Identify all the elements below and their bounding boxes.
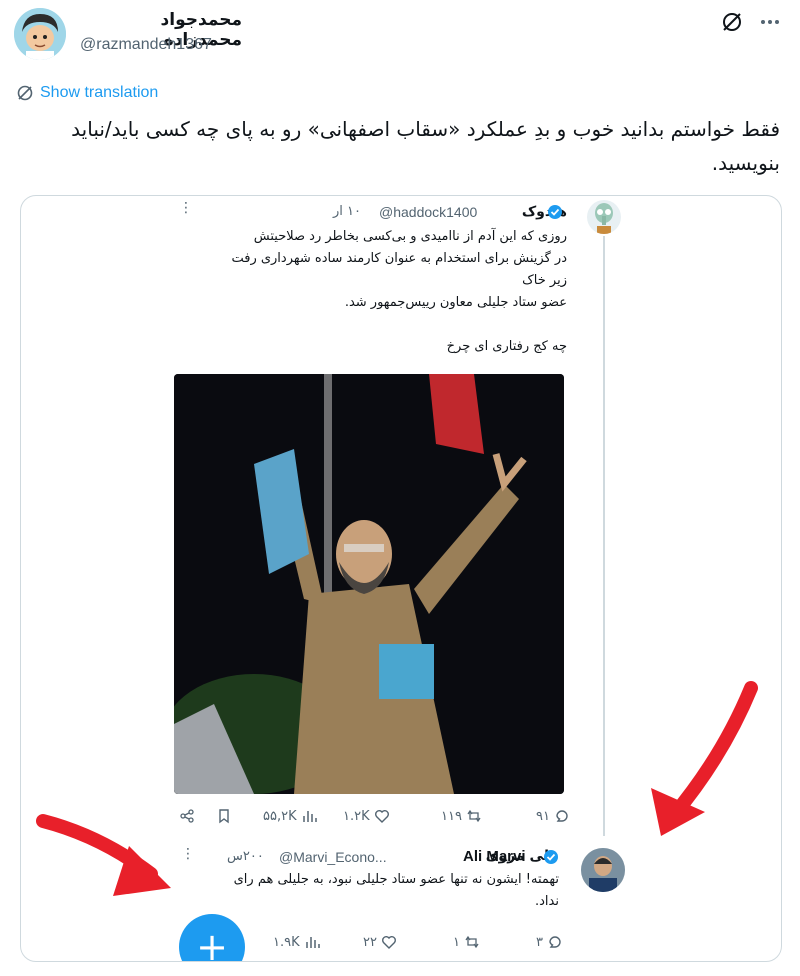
post1-line: عضو ستاد جلیلی معاون رییس‌جمهور شد. [344,295,567,310]
reply-icon [549,936,561,948]
verified-icon [544,850,558,864]
author-avatar[interactable] [14,8,66,60]
views-icon [305,937,320,948]
show-translation-label: Show translation [40,84,159,101]
post2-repost[interactable]: ۱ [453,934,480,950]
compose-plus-icon: + [196,925,228,962]
red-arrow-right [651,681,758,836]
heart-icon [374,810,389,823]
author-handle[interactable]: @razmandeh1367 [80,36,212,54]
grok-slash-icon[interactable] [718,8,746,36]
post2-views[interactable]: ۱.۹K [273,934,320,950]
post2-replies-count: ۳ [536,934,543,950]
compose-plus-button[interactable]: + [179,914,245,962]
post2-text: تهمته! ایشون نه تنها عضو ستاد جلیلی نبود… [179,869,559,913]
post2-likes-count: ۲۲ [363,934,377,950]
post1-photo[interactable] [174,374,564,794]
post1-line [147,314,567,336]
red-arrow-left [36,814,171,896]
post1-line: روزی که این آدم از ناامیدی و بی‌کسی بخاط… [253,229,567,244]
post2-like[interactable]: ۲۲ [363,934,397,950]
post2-line: نداد. [535,894,559,909]
verified-icon [548,205,562,219]
post1-handle[interactable]: @haddock1400 [379,204,477,220]
translate-icon [17,85,33,101]
post1-views[interactable]: ۵۵,۲K [263,808,317,824]
post1-likes-count: ۱.۲K [343,808,370,824]
show-translation-link[interactable]: Show translation [16,84,158,102]
embedded-screenshot: هادوک @haddock1400 ۱۰ ار ⋮ روزی که این آ… [20,195,782,962]
post1-line: در گزینش برای استخدام به عنوان کارمند سا… [231,251,567,266]
more-icon[interactable] [756,8,784,36]
thread-line [603,236,605,836]
reply-icon [556,810,568,822]
post1-more-icon[interactable]: ⋮ [179,200,193,216]
post2-reposts-count: ۱ [453,934,460,950]
post1-views-count: ۵۵,۲K [263,808,297,824]
post1-reply[interactable]: ۹۱ [536,808,570,824]
post1-line: چه کج رفتاری ای چرخ [446,339,567,354]
post1-repost[interactable]: ۱۱۹ [441,808,482,824]
heart-icon [381,936,396,949]
post2-avatar[interactable] [581,848,625,892]
post2-reply[interactable]: ۳ [536,934,563,950]
post1-avatar[interactable] [587,200,621,234]
post1-like[interactable]: ۱.۲K [343,808,390,824]
repost-icon [465,935,479,949]
post1-time: ۱۰ ار [333,204,361,219]
post2-views-count: ۱.۹K [273,934,300,950]
post2-name-latin[interactable]: Ali Marvi [463,848,526,865]
post1-line: زیر خاک [522,273,567,288]
post2-handle[interactable]: @Marvi_Econo... [279,849,387,865]
tweet-text: فقط خواستم بدانید خوب و بدِ عملکرد «سقاب… [71,117,780,175]
post1-reposts-count: ۱۱۹ [441,808,462,824]
views-icon [302,811,317,822]
repost-icon [467,809,481,823]
post1-replies-count: ۹۱ [536,808,550,824]
post2-line: تهمته! ایشون نه تنها عضو ستاد جلیلی نبود… [233,872,559,887]
post2-time: ۲۰۰س [227,849,264,864]
post1-text: روزی که این آدم از ناامیدی و بی‌کسی بخاط… [147,226,567,358]
